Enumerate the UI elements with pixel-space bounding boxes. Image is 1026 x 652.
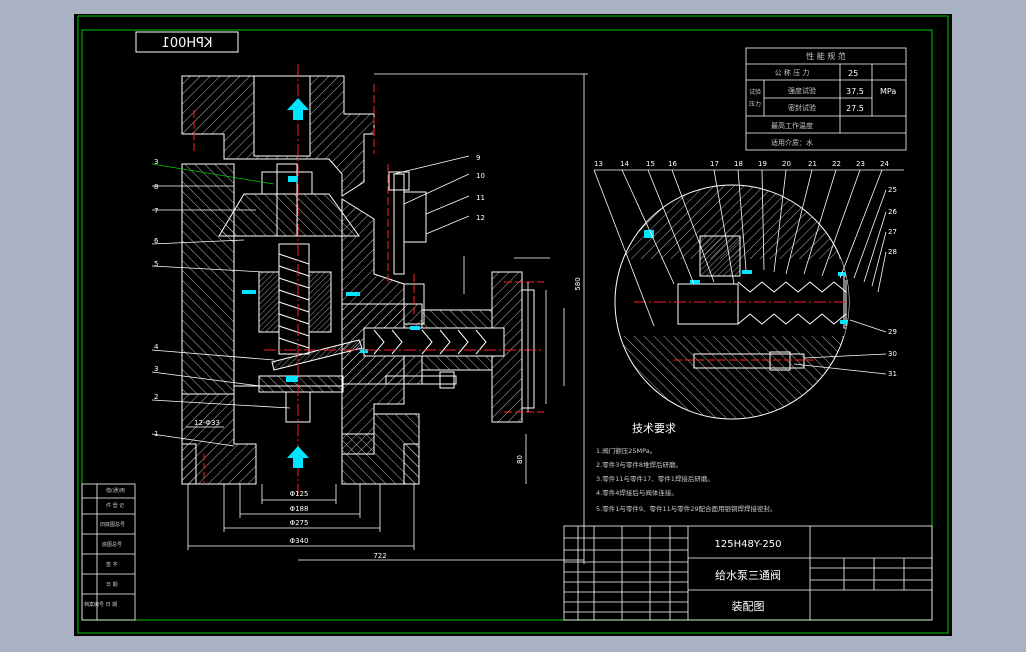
part-1-label: 1	[154, 430, 158, 438]
detail-29: 29	[888, 328, 897, 336]
perf-row-4-label: 适用介质：水	[771, 138, 813, 147]
rev-row-6: 档案编号 日 期	[84, 601, 117, 608]
perf-unit: MPa	[880, 87, 896, 96]
main-section-view: Φ125 Φ188 Φ275 Φ340 722 580 12-Φ33 80	[181, 64, 588, 564]
perf-row-0-value: 25	[848, 69, 858, 78]
title-drawing-type: 装配图	[732, 600, 765, 613]
part-12-label: 12	[476, 214, 485, 222]
drawing-number-box: KPH001	[135, 31, 239, 53]
part-5-label: 5	[154, 260, 158, 268]
dim-side-h: 80	[516, 455, 524, 464]
flow-arrow-bottom-icon	[287, 446, 309, 468]
detail-23: 23	[856, 160, 865, 168]
detail-30: 30	[888, 350, 897, 358]
part-3b-label: 3	[154, 365, 158, 373]
tech-item-3: 4.零件4焊接后与阀体连接。	[596, 488, 678, 497]
part-10-label: 10	[476, 172, 485, 180]
part-9-label: 9	[476, 154, 480, 162]
tech-item-0: 1.阀门额压25MPa。	[596, 446, 656, 455]
left-revision-labels: 借(通)用 件 登 记 旧底图总号 底图总号 签 字 日 期 档案编号 日 期	[84, 487, 125, 608]
detail-19: 19	[758, 160, 767, 168]
detail-15: 15	[646, 160, 655, 168]
part-7-label: 7	[154, 207, 158, 215]
detail-view	[614, 184, 850, 420]
perf-row-3-label: 最高工作温度	[771, 121, 813, 130]
perf-side-label-2: 压力	[749, 100, 761, 108]
perf-row-1-value: 37.5	[846, 87, 864, 96]
rev-row-4: 签 字	[106, 561, 118, 568]
rev-row-2: 旧底图总号	[100, 521, 125, 528]
part-8-label: 8	[154, 183, 158, 191]
detail-22: 22	[832, 160, 841, 168]
detail-27: 27	[888, 228, 897, 236]
tech-item-4: 5.零件1与零件9、零件11与零件29配合面用银铜焊焊接密封。	[596, 504, 777, 513]
dim-d125: Φ125	[290, 490, 309, 498]
rev-row-0: 借(通)用	[106, 487, 125, 494]
rev-row-1: 件 登 记	[106, 502, 124, 509]
perf-title: 性 能 规 范	[806, 51, 846, 61]
title-model: 125H48Y-250	[715, 539, 782, 550]
part-4-label: 4	[154, 343, 159, 351]
tech-requirements: 技术要求 1.阀门额压25MPa。 2.零件3与零件8堆焊后研磨。 3.零件11…	[596, 422, 777, 513]
detail-21: 21	[808, 160, 817, 168]
performance-table	[745, 47, 907, 151]
dim-bolt: 12-Φ33	[194, 419, 220, 427]
part-6-label: 6	[154, 237, 159, 245]
detail-31: 31	[888, 370, 897, 378]
rev-row-5: 日 期	[106, 582, 118, 588]
part-2-label: 2	[154, 393, 158, 401]
detail-14: 14	[620, 160, 629, 168]
detail-25: 25	[888, 186, 897, 194]
title-name: 给水泵三通阀	[715, 568, 781, 582]
rev-row-3: 底图总号	[102, 541, 122, 548]
dim-d275: Φ275	[290, 519, 309, 527]
drawing-canvas: KPH001 Φ125 Φ188 Φ275 Φ340 722 580 12-Φ3…	[77, 15, 949, 634]
detail-16: 16	[668, 160, 677, 168]
dim-total-width: 722	[373, 552, 386, 560]
detail-13: 13	[594, 160, 603, 168]
dim-height-right: 580	[574, 277, 582, 290]
cad-drawing-sheet: KPH001 Φ125 Φ188 Φ275 Φ340 722 580 12-Φ3…	[74, 14, 952, 636]
tech-item-1: 2.零件3与零件8堆焊后研磨。	[596, 460, 682, 469]
dim-d188: Φ188	[290, 505, 309, 513]
perf-side-label-1: 试验	[749, 88, 761, 96]
tech-item-2: 3.零件11与零件17、零件1焊接后研磨。	[596, 474, 714, 483]
detail-18: 18	[734, 160, 743, 168]
perf-row-2-label: 密封试验	[788, 103, 816, 112]
drawing-number: KPH001	[162, 36, 213, 51]
detail-24: 24	[880, 160, 889, 168]
dim-d340: Φ340	[290, 537, 309, 545]
part-11-label: 11	[476, 194, 485, 202]
detail-28: 28	[888, 248, 897, 256]
perf-row-0-label: 公 称 压 力	[775, 68, 810, 77]
perf-row-2-value: 27.5	[846, 104, 864, 113]
part-3-label: 3	[154, 158, 158, 166]
perf-row-1-label: 强度试验	[788, 86, 816, 95]
tech-title: 技术要求	[632, 422, 676, 435]
detail-26: 26	[888, 208, 897, 216]
detail-20: 20	[782, 160, 791, 168]
detail-17: 17	[710, 160, 719, 168]
